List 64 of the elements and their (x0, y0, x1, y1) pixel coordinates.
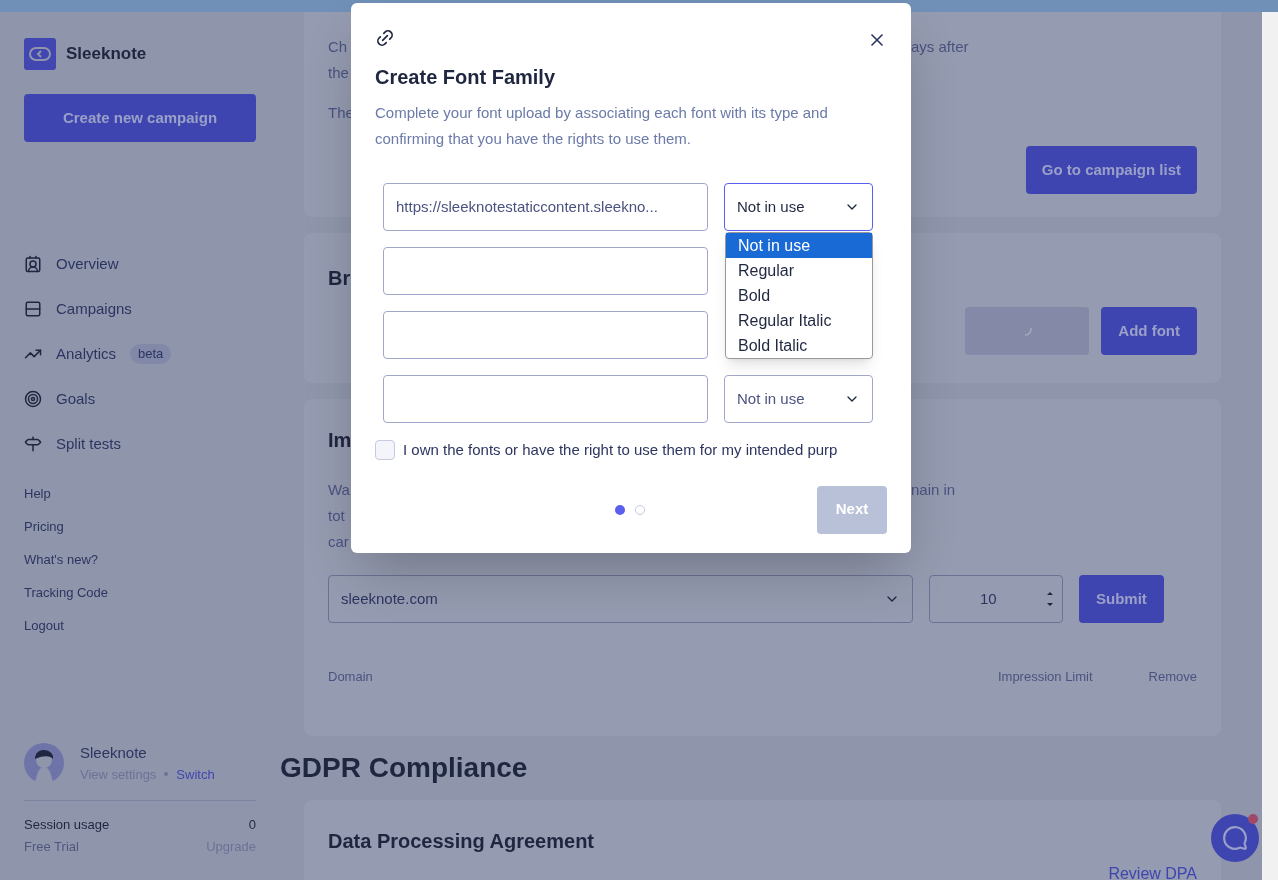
nav-item[interactable]: Analytics beta (24, 342, 256, 366)
card-heading: Im (328, 428, 352, 453)
font-type-select[interactable]: Not in use (724, 375, 873, 423)
sidebar-link[interactable]: Help (24, 484, 51, 504)
spinner-icon (1022, 326, 1033, 336)
paragraph-text: ays after (911, 37, 969, 57)
session-usage-value: 0 (248, 816, 256, 834)
dropdown-option[interactable]: Bold (726, 283, 872, 308)
dialog-title: Create Font Family (375, 65, 557, 90)
consent-checkbox[interactable] (375, 440, 395, 461)
submit-button[interactable]: Submit (1079, 575, 1164, 623)
paragraph-text: tot (328, 506, 345, 526)
dropdown-option[interactable]: Bold Italic (726, 333, 872, 358)
font-url-field[interactable] (383, 311, 708, 359)
target-icon (24, 390, 42, 408)
column-header: Domain (328, 668, 373, 686)
nav-item[interactable]: Goals (24, 387, 256, 411)
paragraph-text: the (328, 63, 349, 83)
signpost-icon (24, 435, 42, 453)
id-card-icon (24, 255, 42, 273)
create-campaign-button[interactable]: Create new campaign (24, 94, 256, 142)
section-title: GDPR Compliance (280, 751, 529, 785)
nav-item[interactable]: Split tests (24, 432, 256, 456)
logo-icon (24, 38, 56, 70)
paragraph-text: Ch (328, 37, 348, 57)
nav-item[interactable]: Overview (24, 252, 256, 276)
sidebar-link[interactable]: Pricing (24, 517, 64, 537)
domain-select[interactable]: sleeknote.com (328, 575, 913, 623)
add-font-button[interactable]: Add font (1101, 307, 1197, 355)
plan-name: Free Trial (24, 837, 79, 856)
consent-label: I own the fonts or have the right to use them for my intended purp (403, 440, 838, 460)
switch-link[interactable]: Switch (176, 764, 215, 784)
chat-button[interactable] (1211, 814, 1259, 862)
paragraph-text: nain in (911, 480, 956, 500)
limit-field[interactable]: 10 (929, 575, 1063, 623)
column-header: Impression Limit (997, 668, 1093, 686)
card-heading: Br (328, 266, 351, 291)
session-usage-label: Session usage (24, 816, 110, 834)
dropdown-option[interactable]: Regular Italic (726, 308, 872, 333)
font-url-field[interactable] (383, 375, 708, 423)
beta-badge: beta (130, 344, 172, 364)
review-dpa-link[interactable]: Review DPA (1108, 862, 1197, 880)
paragraph-text: car (328, 532, 349, 552)
dialog-description: Complete your font upload by associating each font with its type and confirming that you have the rights to use them. (375, 103, 829, 149)
font-url-field[interactable]: https://sleeknotestaticcontent.sleekno... (383, 183, 708, 231)
font-url-field[interactable] (383, 247, 708, 295)
sidebar-link[interactable]: What's new? (24, 550, 98, 570)
stepper-icon (1046, 590, 1054, 608)
sidebar-link[interactable]: Logout (24, 616, 64, 636)
dropdown-option[interactable]: Not in use (726, 233, 872, 258)
chat-bubble-icon (1222, 825, 1248, 851)
sidebar-link[interactable]: Tracking Code (24, 583, 109, 603)
column-header: Remove (1148, 668, 1197, 686)
paragraph-text: Wa (328, 480, 350, 500)
nav-item[interactable]: Campaigns (24, 297, 256, 321)
brand-name: Sleeknote (66, 43, 147, 66)
font-type-select[interactable]: Not in use (724, 183, 873, 231)
profile-name: Sleeknote (80, 743, 148, 763)
campaign-list-button[interactable]: Go to campaign list (1025, 146, 1197, 194)
scrollbar[interactable] (1262, 12, 1278, 880)
dropdown-option[interactable]: Regular (726, 258, 872, 283)
card-heading: Data Processing Agreement (328, 829, 595, 854)
rows-icon (24, 300, 42, 318)
avatar-icon (24, 743, 64, 783)
